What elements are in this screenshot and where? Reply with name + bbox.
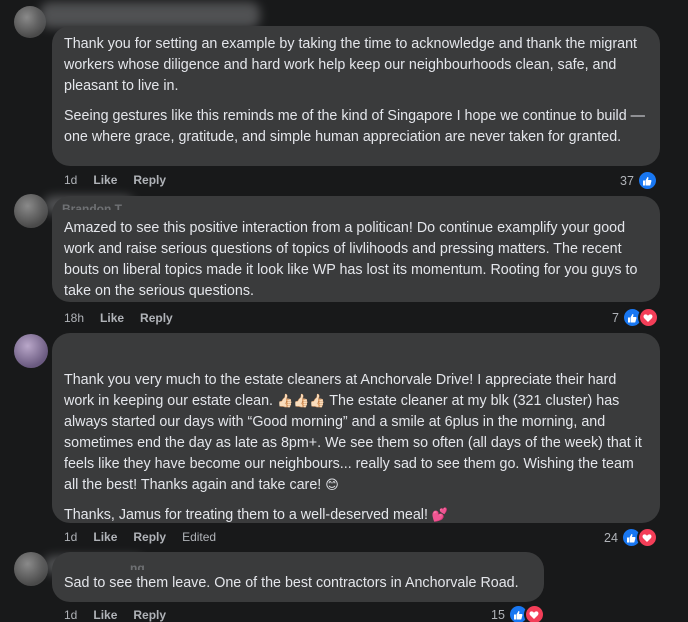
comment-text: Thank you very much to the estate cleane… bbox=[64, 370, 648, 496]
reaction-summary[interactable]: 15 bbox=[491, 604, 545, 622]
comment-text-part: Thanks, Jamus for treating them to a wel… bbox=[64, 507, 432, 523]
comment-text: Sad to see them leave. One of the best c… bbox=[64, 575, 519, 591]
comment-bubble: Sad to see them leave. One of the best c… bbox=[52, 552, 544, 602]
reply-button[interactable]: Reply bbox=[133, 530, 166, 544]
like-button[interactable]: Like bbox=[100, 311, 124, 325]
reaction-count: 7 bbox=[612, 310, 619, 325]
comment-time[interactable]: 18h bbox=[64, 311, 84, 325]
like-button[interactable]: Like bbox=[93, 608, 117, 622]
heart-icon bbox=[637, 307, 659, 328]
comment-text: Thanks, Jamus for treating them to a wel… bbox=[64, 505, 648, 526]
reaction-summary[interactable]: 37 bbox=[620, 170, 658, 191]
reply-button[interactable]: Reply bbox=[133, 608, 166, 622]
comment-actions: 1d Like Reply Edited bbox=[64, 530, 232, 544]
comment-time[interactable]: 1d bbox=[64, 530, 77, 544]
comment-actions: 1d Like Reply bbox=[64, 173, 182, 187]
reply-button[interactable]: Reply bbox=[133, 173, 166, 187]
comment-text: Thank you for setting an example by taki… bbox=[64, 36, 638, 94]
comment-time[interactable]: 1d bbox=[64, 608, 77, 622]
comment-actions: 18h Like Reply bbox=[64, 311, 189, 325]
comment-text: Amazed to see this positive interaction … bbox=[64, 220, 638, 299]
reaction-count: 15 bbox=[491, 607, 505, 622]
comment-bubble: Amazed to see this positive interaction … bbox=[52, 196, 660, 302]
reaction-summary[interactable]: 7 bbox=[612, 307, 659, 328]
author-name-redacted[interactable] bbox=[40, 2, 260, 28]
heart-icon bbox=[523, 604, 545, 622]
avatar[interactable] bbox=[14, 334, 48, 368]
reply-button[interactable]: Reply bbox=[140, 311, 173, 325]
like-button[interactable]: Like bbox=[93, 173, 117, 187]
edited-label: Edited bbox=[182, 530, 217, 544]
reaction-count: 37 bbox=[620, 173, 634, 188]
comment-time[interactable]: 1d bbox=[64, 173, 77, 187]
avatar[interactable] bbox=[14, 552, 48, 586]
thumbs-up-emoji: 👍🏻👍🏻👍🏻 bbox=[277, 394, 326, 409]
comment-bubble: Thank you for setting an example by taki… bbox=[52, 26, 660, 166]
author-name-fragment: ng bbox=[130, 562, 145, 570]
comment-bubble: Thank you very much to the estate cleane… bbox=[52, 333, 660, 523]
thumbs-up-icon bbox=[636, 170, 658, 191]
hearts-emoji: 💕 bbox=[431, 508, 449, 523]
reaction-count: 24 bbox=[604, 530, 618, 545]
heart-icon bbox=[636, 527, 658, 548]
comment-text: Seeing gestures like this reminds me of … bbox=[64, 108, 645, 145]
reaction-summary[interactable]: 24 bbox=[604, 527, 658, 548]
smile-emoji: 😊 bbox=[325, 478, 339, 493]
avatar[interactable] bbox=[14, 194, 48, 228]
comment-actions: 1d Like Reply bbox=[64, 608, 182, 622]
like-button[interactable]: Like bbox=[93, 530, 117, 544]
author-name-fragment: Brandon T bbox=[62, 203, 122, 210]
